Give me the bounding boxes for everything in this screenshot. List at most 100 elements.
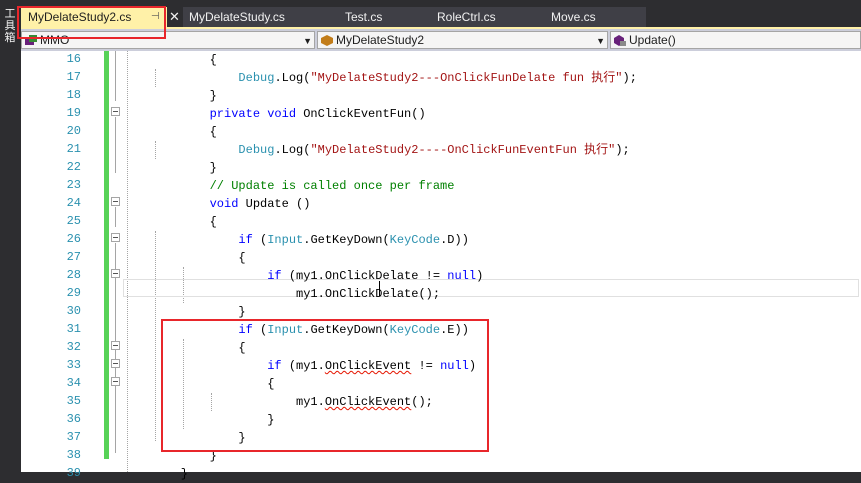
tab-rolectrl[interactable]: RoleCtrl.cs — [411, 7, 521, 27]
code-token: "MyDelateStudy2----OnClickFunEventFun 执行… — [310, 143, 616, 157]
line-number: 36 — [66, 412, 81, 426]
code-line[interactable]: if (Input.GetKeyDown(KeyCode.D)) — [152, 231, 468, 249]
line-number: 28 — [66, 268, 81, 282]
code-line[interactable]: Debug.Log("MyDelateStudy2---OnClickFunDe… — [152, 69, 637, 87]
indent-guide — [127, 51, 128, 472]
tab-move[interactable]: Move.cs — [521, 7, 646, 27]
code-token: ); — [615, 143, 630, 157]
toolbox-label[interactable]: 工具箱 — [3, 8, 17, 44]
chevron-down-icon: ▼ — [303, 36, 312, 46]
class-dropdown[interactable]: MyDelateStudy2 ▼ — [317, 31, 608, 49]
tab-label: RoleCtrl.cs — [437, 10, 496, 24]
line-number: 19 — [66, 106, 81, 120]
code-token: { — [152, 125, 217, 139]
code-line[interactable]: { — [152, 51, 217, 69]
code-token: OnClickEventFun() — [296, 107, 426, 121]
close-icon[interactable]: ✕ — [169, 7, 180, 27]
chevron-down-icon: ▼ — [596, 36, 605, 46]
collapse-icon[interactable] — [111, 233, 120, 242]
code-line[interactable]: if (my1.OnClickDelate != null) — [152, 267, 483, 285]
tab-close-area: ✕ — [167, 7, 181, 27]
line-number: 39 — [66, 466, 81, 480]
line-number: 35 — [66, 394, 81, 408]
code-line[interactable]: Debug.Log("MyDelateStudy2----OnClickFunE… — [152, 141, 630, 159]
code-token: } — [152, 161, 217, 175]
code-token: } — [152, 89, 217, 103]
outline-line — [115, 117, 116, 173]
change-tracking-bar — [104, 51, 109, 459]
line-number: 21 — [66, 142, 81, 156]
line-number: 25 — [66, 214, 81, 228]
line-number: 24 — [66, 196, 81, 210]
code-token: { — [152, 215, 217, 229]
collapse-icon[interactable] — [111, 269, 120, 278]
line-number: 33 — [66, 358, 81, 372]
code-token: if — [267, 269, 282, 283]
code-token: if — [238, 233, 253, 247]
annotation-box-tab — [17, 6, 166, 39]
line-number: 31 — [66, 322, 81, 336]
code-line[interactable]: void Update () — [152, 195, 311, 213]
collapse-icon[interactable] — [111, 197, 120, 206]
code-token: .Log( — [274, 71, 311, 85]
code-token: } — [152, 305, 246, 319]
code-line[interactable]: // Update is called once per frame — [152, 177, 455, 195]
code-line[interactable]: } — [152, 87, 217, 105]
code-token: null — [447, 269, 477, 283]
line-number: 29 — [66, 286, 81, 300]
code-token: "MyDelateStudy2---OnClickFunDelate fun 执… — [310, 71, 623, 85]
class-icon — [321, 35, 333, 46]
outline-line — [115, 51, 116, 101]
code-line[interactable]: { — [152, 123, 217, 141]
collapse-icon[interactable] — [111, 107, 120, 116]
member-dropdown[interactable]: Update() — [610, 31, 861, 49]
code-token: KeyCode — [389, 233, 441, 247]
line-number-gutter: 16 17 18 19 20 21 22 23 24 25 26 27 28 29 30 31 32 33 34 35… — [21, 51, 81, 480]
line-number: 27 — [66, 250, 81, 264]
code-line[interactable]: private void OnClickEventFun() — [152, 105, 426, 123]
line-number: 16 — [66, 52, 81, 66]
tab-label: Test.cs — [345, 10, 383, 24]
code-token: { — [152, 251, 246, 265]
line-number: 38 — [66, 448, 81, 462]
tab-test[interactable]: Test.cs — [321, 7, 411, 27]
code-token: private void — [209, 107, 297, 121]
line-number: 20 — [66, 124, 81, 138]
annotation-box-code — [161, 319, 489, 452]
code-token: Update () — [238, 197, 311, 211]
toolbox-strip[interactable]: 工具箱 — [0, 0, 21, 472]
code-line[interactable]: { — [152, 213, 217, 231]
line-number: 26 — [66, 232, 81, 246]
line-number: 37 — [66, 430, 81, 444]
method-lock-icon — [614, 35, 626, 46]
code-token: void — [209, 197, 239, 211]
code-token: { — [152, 53, 217, 67]
member-name: Update() — [629, 33, 676, 47]
line-number: 34 — [66, 376, 81, 390]
collapse-icon[interactable] — [111, 341, 120, 350]
collapse-icon[interactable] — [111, 377, 120, 386]
code-token: .Log( — [274, 143, 311, 157]
line-number: 18 — [66, 88, 81, 102]
code-token: ); — [622, 71, 637, 85]
code-token: (my1.OnClickDelate != — [281, 269, 448, 283]
code-token: Input — [267, 233, 304, 247]
tab-mydelatestudy[interactable]: MyDelateStudy.cs — [183, 7, 321, 27]
text-caret — [379, 281, 380, 296]
code-token: my1.OnClickDelate(); — [152, 287, 441, 301]
code-line[interactable]: { — [152, 249, 246, 267]
collapse-icon[interactable] — [111, 359, 120, 368]
code-line[interactable]: } — [152, 465, 188, 483]
code-token: .GetKeyDown( — [303, 233, 390, 247]
code-line[interactable]: } — [152, 159, 217, 177]
code-token: Debug — [238, 143, 275, 157]
tab-label: Move.cs — [551, 10, 596, 24]
code-line[interactable]: my1.OnClickDelate(); — [152, 285, 440, 303]
code-token: // Update is called once per frame — [209, 179, 455, 193]
line-number: 32 — [66, 340, 81, 354]
